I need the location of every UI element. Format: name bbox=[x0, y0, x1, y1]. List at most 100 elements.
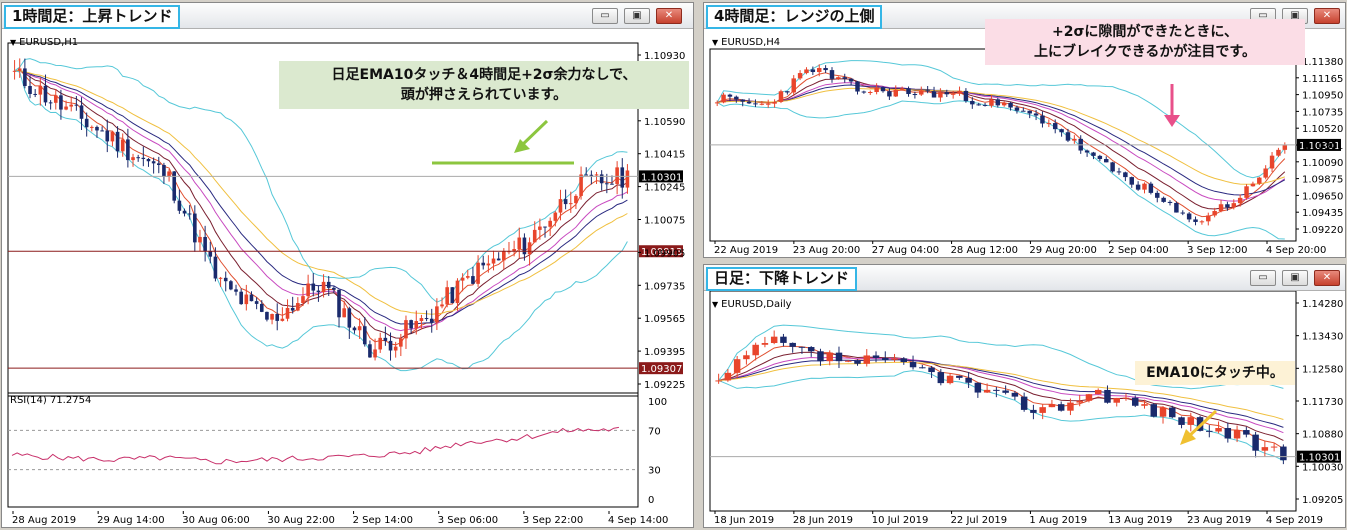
candle-body bbox=[931, 91, 937, 98]
candle-body bbox=[90, 126, 94, 128]
close-button[interactable]: ✕ bbox=[656, 8, 682, 24]
candle-body bbox=[893, 89, 898, 97]
candle-body bbox=[1186, 213, 1192, 220]
candle-body bbox=[496, 258, 501, 261]
h4-chart-area[interactable]: 1.10301 1.11380 1.11165 1.10950 1.10735 1.105… bbox=[704, 19, 1345, 257]
candle-body bbox=[1046, 123, 1052, 125]
candle-body bbox=[414, 321, 419, 329]
candle-body bbox=[491, 258, 496, 264]
candle-body bbox=[105, 130, 110, 142]
candle-body bbox=[944, 92, 950, 95]
time-tick-label: 30 Aug 22:00 bbox=[267, 515, 334, 526]
candle-body bbox=[1237, 197, 1243, 204]
candle-body bbox=[270, 314, 274, 320]
candle-body bbox=[610, 183, 614, 185]
candle-body bbox=[321, 281, 326, 293]
daily-chart-area[interactable]: 1.10301 1.14280 1.13430 1.12580 1.11730 1.108… bbox=[704, 291, 1345, 527]
candle-body bbox=[1084, 150, 1090, 153]
bollinger-lower-line bbox=[716, 100, 1285, 240]
close-button[interactable]: ✕ bbox=[1314, 270, 1340, 286]
candle-body bbox=[332, 287, 336, 290]
candle-body bbox=[1269, 155, 1275, 169]
price-tick-label: 1.10090 bbox=[1302, 158, 1343, 169]
candle-body bbox=[84, 118, 89, 128]
h1-chart-area[interactable]: 1.103011.099131.093071.109301.107601.105… bbox=[2, 29, 693, 527]
candle-body bbox=[937, 372, 945, 384]
candle-body bbox=[409, 320, 413, 329]
candle-body bbox=[1276, 149, 1281, 156]
candle-body bbox=[151, 161, 156, 164]
candle-body bbox=[568, 203, 573, 205]
candle-body bbox=[746, 101, 752, 104]
minimize-button[interactable]: ▭ bbox=[592, 8, 618, 24]
candle-body bbox=[208, 250, 213, 257]
candle-body bbox=[445, 287, 449, 305]
time-tick-label: 18 Jun 2019 bbox=[714, 515, 774, 526]
restore-button[interactable]: ▣ bbox=[1282, 270, 1308, 286]
candle-body bbox=[956, 375, 963, 378]
candle-body bbox=[357, 326, 362, 331]
close-button[interactable]: ✕ bbox=[1314, 8, 1340, 24]
candle-body bbox=[244, 294, 249, 305]
h1-plot: 1.103011.099131.093071.109301.107601.105… bbox=[7, 42, 685, 526]
candle-body bbox=[193, 213, 197, 243]
candle-body bbox=[880, 87, 886, 92]
candle-body bbox=[919, 90, 924, 95]
h1-rsi-label: RSI(14) 71.2754 bbox=[10, 395, 92, 406]
candle-body bbox=[285, 307, 290, 319]
price-tick-label: 1.10880 bbox=[1302, 430, 1343, 441]
daily-annotation: EMA10にタッチ中。 bbox=[1135, 361, 1295, 385]
candle-body bbox=[301, 296, 305, 304]
minimize-button[interactable]: ▭ bbox=[1250, 270, 1276, 286]
time-tick-label: 23 Aug 2019 bbox=[1187, 515, 1251, 526]
candle-body bbox=[594, 174, 599, 176]
h1-annotation: 日足EMA10タッチ＆4時間足+2σ余力なしで、 頭が押さえられています。 bbox=[279, 61, 689, 109]
candle-body bbox=[1155, 192, 1160, 198]
h4-symbol-label: ▼ EURUSD,H4 bbox=[712, 37, 781, 48]
candle-body bbox=[33, 93, 37, 95]
candle-body bbox=[1033, 113, 1039, 116]
h4-plot: 1.10301 1.11380 1.11165 1.10950 1.10735 1.105… bbox=[709, 48, 1343, 256]
candle-body bbox=[1135, 184, 1141, 190]
candle-body bbox=[259, 303, 264, 312]
candle-body bbox=[337, 289, 341, 318]
candle-body bbox=[778, 91, 784, 102]
h1-symbol-label: ▼ EURUSD,H1 bbox=[10, 37, 79, 48]
price-tick-label: 1.12580 bbox=[1302, 364, 1343, 375]
price-tick-label: 1.10245 bbox=[644, 183, 685, 194]
candle-body bbox=[970, 100, 975, 105]
price-tick-label: 1.10075 bbox=[644, 216, 685, 227]
rsi-tick-label: 0 bbox=[648, 495, 654, 506]
candle-body bbox=[553, 212, 558, 221]
time-tick-label: 22 Aug 2019 bbox=[714, 245, 778, 256]
candle-body bbox=[1110, 162, 1115, 172]
candle-body bbox=[502, 251, 506, 261]
candle-body bbox=[476, 262, 480, 284]
candle-body bbox=[156, 163, 161, 165]
candle-body bbox=[460, 277, 465, 281]
price-tick-label: 1.10950 bbox=[1302, 91, 1343, 102]
candle-body bbox=[532, 229, 537, 243]
time-tick-label: 13 Aug 2019 bbox=[1108, 515, 1172, 526]
daily-chart-svg: 1.103011.142801.134301.125801.117301.108… bbox=[709, 291, 1343, 526]
candle-body bbox=[1104, 159, 1109, 163]
candle-body bbox=[715, 380, 722, 382]
candle-body bbox=[976, 104, 981, 106]
candle-body bbox=[146, 158, 151, 162]
candle-body bbox=[854, 360, 861, 364]
candle-body bbox=[817, 68, 822, 73]
candle-body bbox=[254, 301, 259, 304]
restore-button[interactable]: ▣ bbox=[624, 8, 650, 24]
candle-body bbox=[347, 308, 352, 328]
time-tick-label: 4 Sep 20:00 bbox=[1266, 245, 1326, 256]
candle-body bbox=[761, 343, 769, 345]
candle-body bbox=[229, 281, 233, 290]
candle-body bbox=[1261, 447, 1269, 451]
candle-body bbox=[1123, 172, 1128, 178]
price-tick-label: 1.09395 bbox=[644, 347, 685, 358]
candle-body bbox=[1039, 407, 1046, 413]
candle-body bbox=[213, 256, 218, 279]
price-tick-label: 1.11730 bbox=[1302, 397, 1343, 408]
candle-body bbox=[1212, 211, 1217, 216]
bollinger-upper-line bbox=[716, 60, 1286, 179]
